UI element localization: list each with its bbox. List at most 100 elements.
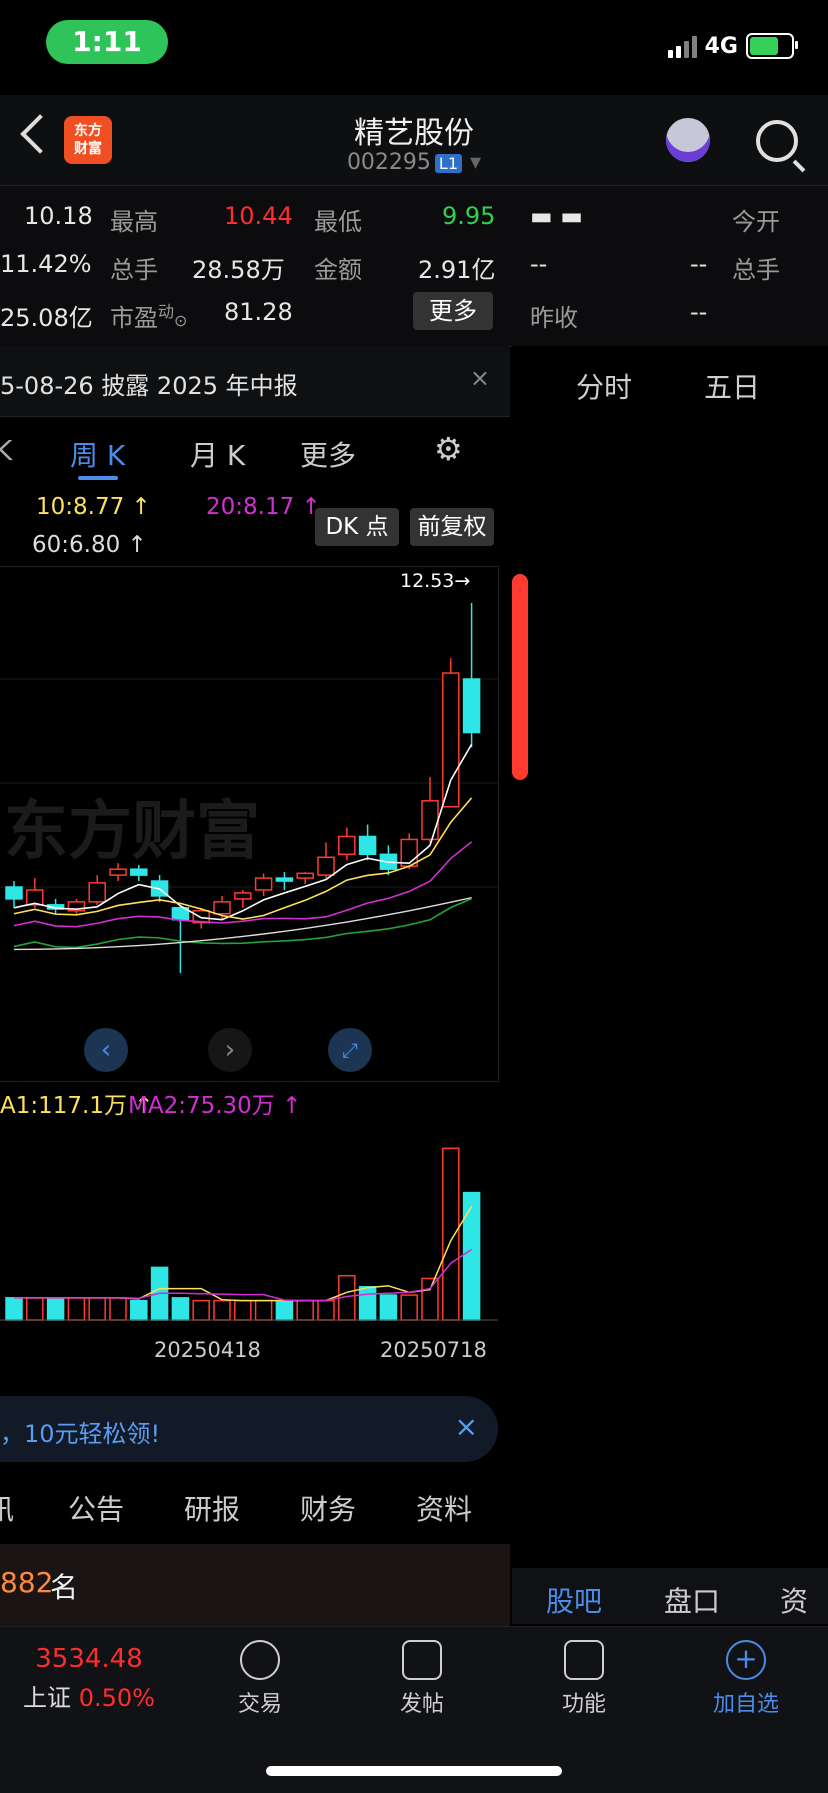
volume-bar: [358, 1286, 377, 1321]
candle-body: [421, 800, 439, 841]
volume-chart[interactable]: [0, 1120, 498, 1330]
volume-bar: [254, 1299, 273, 1321]
candle-body: [275, 877, 294, 882]
candle-body: [338, 835, 356, 856]
yuan-icon: [240, 1640, 280, 1680]
tab-depth[interactable]: 盘口: [664, 1580, 720, 1620]
tab-week-k[interactable]: 周 K: [70, 434, 125, 474]
x-label-2: 20250718: [380, 1338, 487, 1362]
volume-bar: [462, 1191, 481, 1321]
edit-icon: [402, 1640, 442, 1680]
candle-body: [254, 877, 273, 891]
rank-row[interactable]: 882 名: [0, 1544, 510, 1626]
right-bottom-tabs: 股吧 盘口 资讯: [512, 1568, 828, 1658]
volume-bar: [67, 1297, 86, 1321]
tab-intraday[interactable]: 分时: [576, 366, 632, 406]
plus-icon: +: [726, 1640, 766, 1680]
dk-button[interactable]: DK 点: [315, 508, 399, 546]
trade-button[interactable]: 交易: [200, 1640, 320, 1718]
tab-news[interactable]: 讯: [0, 1488, 14, 1528]
right-vol-label: 总手: [732, 256, 780, 284]
expand-icon[interactable]: ⤢: [328, 1028, 372, 1072]
stock-code: 002295: [346, 150, 431, 175]
post-button[interactable]: 发帖: [362, 1640, 482, 1718]
volume-bar: [379, 1294, 398, 1321]
tab-day-k[interactable]: K: [0, 434, 12, 467]
add-watch-button[interactable]: + 加自选: [686, 1640, 806, 1718]
volume-ma-line: [14, 1248, 473, 1302]
volume-bar: [5, 1297, 23, 1321]
candle-body: [234, 892, 252, 900]
signal-icon: [667, 34, 697, 58]
tab-forum[interactable]: 股吧: [546, 1580, 602, 1620]
volume-bar: [317, 1299, 335, 1321]
ma20-label: 20:8.17 ↑: [206, 494, 321, 520]
watermark: 东方财富: [4, 795, 260, 869]
quote-left-3: 25.08亿: [0, 304, 93, 332]
volume-bar: [421, 1277, 439, 1321]
amt-value: 2.91亿: [418, 256, 496, 284]
notice-bar[interactable]: 5-08-26 披露 2025 年中报 ×: [0, 346, 510, 417]
tab-announce[interactable]: 公告: [68, 1488, 124, 1528]
network-label: 4G: [704, 33, 738, 59]
candle-body: [358, 835, 377, 856]
tab-research[interactable]: 研报: [184, 1488, 240, 1528]
high-marker: 12.53→: [400, 570, 471, 592]
prev-close-label: 昨收: [530, 304, 578, 332]
ma10-label: 10:8.77 ↑: [36, 494, 151, 520]
tab-more[interactable]: 更多: [300, 434, 356, 474]
volume-bar: [192, 1299, 210, 1321]
candle-body: [462, 678, 481, 734]
pe-value: 81.28: [224, 298, 293, 326]
tab-month-k[interactable]: 月 K: [190, 434, 245, 474]
right-a: --: [530, 250, 548, 278]
more-button[interactable]: 更多: [413, 292, 493, 330]
candle-body: [442, 672, 460, 808]
candle-body: [317, 856, 335, 876]
quote-left-1: 10.18: [24, 202, 93, 230]
trade-label: 交易: [237, 1692, 282, 1717]
ma60-label: 60:6.80 ↑: [32, 532, 147, 558]
right-b: --: [690, 250, 708, 278]
candle-body: [213, 901, 231, 915]
function-label: 功能: [561, 1692, 606, 1717]
index-name: 上证: [23, 1684, 72, 1712]
volume-bar: [88, 1297, 106, 1321]
status-time: 1:11: [46, 20, 168, 64]
index-pct: 0.50%: [78, 1684, 155, 1712]
robot-icon[interactable]: [666, 118, 710, 162]
next-icon[interactable]: ›: [208, 1028, 252, 1072]
right-panel: 分时 五日: [512, 346, 828, 1570]
rank-suffix: 名: [50, 1571, 79, 1604]
adjust-button[interactable]: 前复权: [410, 508, 494, 546]
x-label-1: 20250418: [154, 1338, 261, 1362]
tab-finance[interactable]: 财务: [300, 1488, 356, 1528]
candle-body: [296, 872, 314, 879]
volume-bar: [26, 1297, 44, 1321]
pe-label: 市盈动⊙: [110, 302, 188, 332]
vol-label: 总手: [110, 256, 158, 284]
promo-text: ，10元轻松领!: [0, 1420, 161, 1448]
tab-profile[interactable]: 资料: [416, 1488, 472, 1528]
low-value: 9.95: [442, 202, 496, 230]
function-button[interactable]: 功能: [524, 1640, 644, 1718]
high-value: 10.44: [224, 202, 293, 230]
status-indicators: 4G: [667, 30, 798, 62]
promo-banner[interactable]: ，10元轻松领! ×: [0, 1396, 498, 1462]
index-widget[interactable]: 3534.48 上证 0.50%: [14, 1644, 164, 1713]
chart-tabs: K 周 K 月 K 更多 ⚙: [0, 416, 510, 486]
prev-close-value: --: [690, 298, 708, 326]
high-label: 最高: [110, 208, 158, 236]
volume-bar: [213, 1299, 231, 1321]
post-label: 发帖: [399, 1692, 444, 1717]
gear-icon[interactable]: ⚙: [434, 430, 463, 468]
promo-close-icon[interactable]: ×: [455, 1410, 478, 1443]
volume-bar: [275, 1299, 294, 1321]
tab-five-day[interactable]: 五日: [704, 366, 760, 406]
prev-icon[interactable]: ‹: [84, 1028, 128, 1072]
tab-underline: [78, 476, 118, 480]
candle-body: [5, 886, 23, 900]
search-icon[interactable]: [756, 120, 806, 173]
close-icon[interactable]: ×: [470, 364, 490, 392]
volume-bar: [130, 1299, 148, 1321]
